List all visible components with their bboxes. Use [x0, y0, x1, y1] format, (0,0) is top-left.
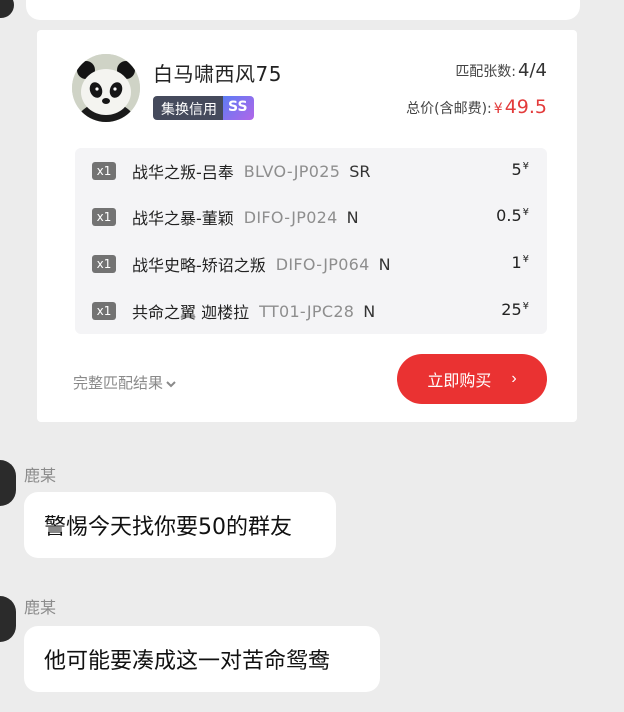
item-price-currency: ¥	[522, 160, 529, 172]
item-name: 战华之叛-吕奉	[132, 163, 234, 182]
item-price-value: 1	[511, 253, 522, 272]
match-result-card: 白马啸西风75 集换信用 SS 匹配张数: 4/4 总价(含邮费): ¥49.5 x…	[37, 30, 577, 422]
buy-now-label: 立即购买	[427, 373, 492, 390]
message-bubble[interactable]: 警惕今天找你要50的群友	[24, 492, 336, 558]
item-rarity: N	[378, 254, 391, 274]
sender-avatar[interactable]	[0, 596, 16, 642]
total-price-currency: ¥	[493, 101, 503, 117]
seller-name[interactable]: 白马啸西风75	[153, 58, 282, 87]
item-rarity: N	[363, 301, 376, 321]
sender-name: 鹿某	[24, 466, 57, 485]
credit-level: SS	[223, 96, 254, 120]
previous-message-bubble	[26, 0, 580, 20]
quantity-badge: x1	[92, 302, 116, 320]
item-price-value: 0.5	[496, 206, 522, 225]
credit-badge: 集换信用 SS	[153, 96, 254, 120]
item-price-value: 25	[501, 300, 522, 319]
item-rarity: SR	[349, 161, 371, 181]
message-text: 他可能要凑成这一对苦命鸳鸯	[44, 649, 331, 674]
list-item[interactable]: x1 战华史略-矫诏之叛 DIFO-JP064 N 1¥	[75, 241, 547, 287]
sender-avatar[interactable]	[0, 460, 16, 506]
item-price: 0.5¥	[496, 206, 529, 225]
buy-now-button[interactable]: 立即购买 ›	[397, 354, 547, 404]
chevron-right-icon: ›	[511, 370, 517, 387]
item-code: DIFO-JP024	[243, 207, 338, 227]
item-price-value: 5	[511, 160, 522, 179]
list-item[interactable]: x1 战华之叛-吕奉 BLVO-JP025 SR 5¥	[75, 148, 547, 194]
item-rarity: N	[346, 207, 359, 227]
message-bubble[interactable]: 他可能要凑成这一对苦命鸳鸯	[24, 626, 380, 692]
item-list: x1 战华之叛-吕奉 BLVO-JP025 SR 5¥ x1 战华之暴-董颖 D…	[75, 148, 547, 334]
item-price: 25¥	[501, 300, 529, 319]
total-price-label: 总价(含邮费):	[406, 101, 492, 117]
panda-avatar-image	[72, 54, 140, 122]
full-result-label: 完整匹配结果	[73, 374, 164, 392]
item-price: 5¥	[511, 160, 529, 179]
item-price-currency: ¥	[522, 206, 529, 218]
quantity-badge: x1	[92, 255, 116, 273]
item-price: 1¥	[511, 253, 529, 272]
chevron-down-icon	[166, 380, 176, 387]
match-count-label: 匹配张数:	[455, 64, 517, 80]
item-code: DIFO-JP064	[275, 254, 370, 274]
item-name: 共命之翼 迦楼拉	[132, 303, 250, 322]
item-code: TT01-JPC28	[259, 301, 355, 321]
item-code: BLVO-JP025	[243, 161, 341, 181]
full-result-link[interactable]: 完整匹配结果	[73, 372, 177, 393]
quantity-badge: x1	[92, 208, 116, 226]
item-price-currency: ¥	[522, 253, 529, 265]
total-price: 总价(含邮费): ¥49.5	[406, 96, 547, 118]
seller-avatar[interactable]	[72, 54, 140, 122]
list-item[interactable]: x1 共命之翼 迦楼拉 TT01-JPC28 N 25¥	[75, 288, 547, 334]
sender-name: 鹿某	[24, 598, 57, 617]
list-item[interactable]: x1 战华之暴-董颖 DIFO-JP024 N 0.5¥	[75, 194, 547, 240]
quantity-badge: x1	[92, 162, 116, 180]
match-count: 匹配张数: 4/4	[455, 60, 547, 81]
item-name: 战华之暴-董颖	[132, 209, 234, 228]
item-name: 战华史略-矫诏之叛	[132, 256, 266, 275]
previous-sender-avatar[interactable]	[0, 0, 14, 18]
total-price-value: 49.5	[504, 96, 547, 118]
credit-label: 集换信用	[153, 96, 223, 120]
message-text: 警惕今天找你要50的群友	[44, 515, 292, 540]
match-count-value: 4/4	[518, 60, 547, 81]
item-price-currency: ¥	[522, 300, 529, 312]
